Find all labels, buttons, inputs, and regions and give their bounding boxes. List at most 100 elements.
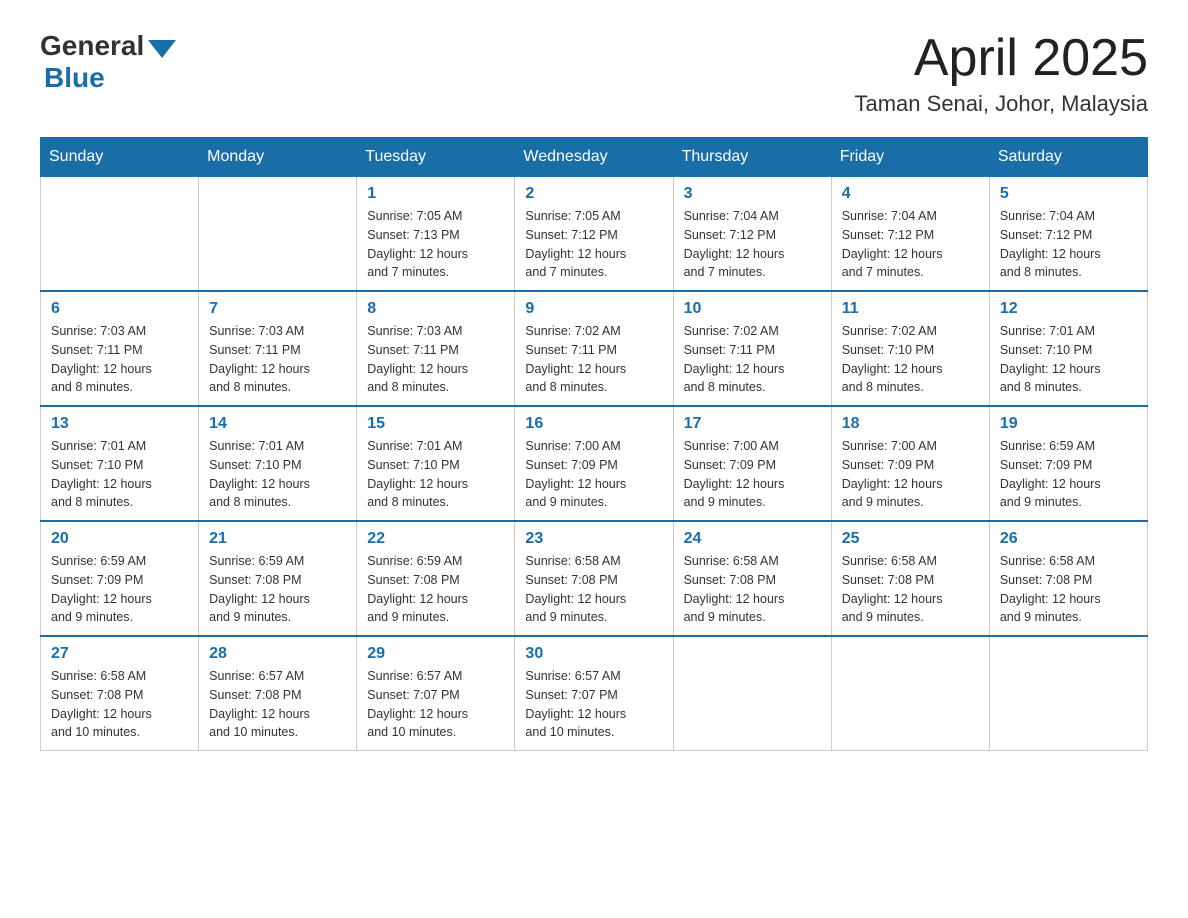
calendar-cell: 25 Sunrise: 6:58 AMSunset: 7:08 PMDayligh… <box>831 521 989 636</box>
day-number: 20 <box>51 530 188 548</box>
day-number: 19 <box>1000 415 1137 433</box>
day-info: Sunrise: 7:03 AMSunset: 7:11 PMDaylight:… <box>51 322 188 397</box>
day-info: Sunrise: 6:58 AMSunset: 7:08 PMDaylight:… <box>525 552 662 627</box>
day-info: Sunrise: 7:05 AMSunset: 7:13 PMDaylight:… <box>367 207 504 282</box>
day-info: Sunrise: 6:59 AMSunset: 7:08 PMDaylight:… <box>209 552 346 627</box>
day-number: 21 <box>209 530 346 548</box>
day-number: 24 <box>684 530 821 548</box>
day-info: Sunrise: 6:57 AMSunset: 7:07 PMDaylight:… <box>525 667 662 742</box>
day-number: 14 <box>209 415 346 433</box>
day-number: 2 <box>525 185 662 203</box>
day-number: 1 <box>367 185 504 203</box>
day-info: Sunrise: 6:59 AMSunset: 7:09 PMDaylight:… <box>51 552 188 627</box>
day-info: Sunrise: 6:58 AMSunset: 7:08 PMDaylight:… <box>842 552 979 627</box>
calendar-cell <box>989 636 1147 751</box>
calendar-cell: 27 Sunrise: 6:58 AMSunset: 7:08 PMDayligh… <box>41 636 199 751</box>
day-number: 4 <box>842 185 979 203</box>
day-of-week-header: Tuesday <box>357 138 515 177</box>
calendar-week-row: 27 Sunrise: 6:58 AMSunset: 7:08 PMDayligh… <box>41 636 1148 751</box>
calendar-week-row: 1 Sunrise: 7:05 AMSunset: 7:13 PMDaylight… <box>41 177 1148 292</box>
calendar-cell: 29 Sunrise: 6:57 AMSunset: 7:07 PMDayligh… <box>357 636 515 751</box>
day-number: 28 <box>209 645 346 663</box>
day-number: 5 <box>1000 185 1137 203</box>
calendar-cell: 17Sunrise: 7:00 AMSunset: 7:09 PMDayligh… <box>673 406 831 521</box>
logo: General Blue <box>40 30 176 94</box>
day-number: 3 <box>684 185 821 203</box>
day-number: 23 <box>525 530 662 548</box>
day-info: Sunrise: 7:00 AMSunset: 7:09 PMDaylight:… <box>684 437 821 512</box>
day-of-week-header: Monday <box>199 138 357 177</box>
day-info: Sunrise: 7:03 AMSunset: 7:11 PMDaylight:… <box>209 322 346 397</box>
day-of-week-header: Wednesday <box>515 138 673 177</box>
calendar-cell: 7Sunrise: 7:03 AMSunset: 7:11 PMDaylight… <box>199 291 357 406</box>
day-info: Sunrise: 7:04 AMSunset: 7:12 PMDaylight:… <box>842 207 979 282</box>
day-info: Sunrise: 7:01 AMSunset: 7:10 PMDaylight:… <box>1000 322 1137 397</box>
calendar-cell: 6 Sunrise: 7:03 AMSunset: 7:11 PMDaylight… <box>41 291 199 406</box>
calendar-cell: 2Sunrise: 7:05 AMSunset: 7:12 PMDaylight… <box>515 177 673 292</box>
day-info: Sunrise: 6:59 AMSunset: 7:09 PMDaylight:… <box>1000 437 1137 512</box>
calendar-cell: 10 Sunrise: 7:02 AMSunset: 7:11 PMDayligh… <box>673 291 831 406</box>
day-number: 30 <box>525 645 662 663</box>
calendar-cell <box>41 177 199 292</box>
day-number: 13 <box>51 415 188 433</box>
calendar-cell: 28 Sunrise: 6:57 AMSunset: 7:08 PMDayligh… <box>199 636 357 751</box>
day-number: 10 <box>684 300 821 318</box>
calendar-cell: 14 Sunrise: 7:01 AMSunset: 7:10 PMDayligh… <box>199 406 357 521</box>
day-info: Sunrise: 7:02 AMSunset: 7:11 PMDaylight:… <box>525 322 662 397</box>
day-info: Sunrise: 6:58 AMSunset: 7:08 PMDaylight:… <box>51 667 188 742</box>
day-info: Sunrise: 7:00 AMSunset: 7:09 PMDaylight:… <box>842 437 979 512</box>
location-text: Taman Senai, Johor, Malaysia <box>855 91 1149 117</box>
calendar-cell: 13 Sunrise: 7:01 AMSunset: 7:10 PMDayligh… <box>41 406 199 521</box>
day-info: Sunrise: 7:02 AMSunset: 7:11 PMDaylight:… <box>684 322 821 397</box>
calendar-cell: 9 Sunrise: 7:02 AMSunset: 7:11 PMDaylight… <box>515 291 673 406</box>
calendar-cell: 11 Sunrise: 7:02 AMSunset: 7:10 PMDayligh… <box>831 291 989 406</box>
calendar-cell: 18 Sunrise: 7:00 AMSunset: 7:09 PMDayligh… <box>831 406 989 521</box>
day-number: 9 <box>525 300 662 318</box>
logo-blue-text: Blue <box>44 62 105 94</box>
day-of-week-header: Saturday <box>989 138 1147 177</box>
day-info: Sunrise: 7:04 AMSunset: 7:12 PMDaylight:… <box>1000 207 1137 282</box>
day-of-week-header: Thursday <box>673 138 831 177</box>
day-number: 8 <box>367 300 504 318</box>
day-number: 18 <box>842 415 979 433</box>
title-section: April 2025 Taman Senai, Johor, Malaysia <box>855 30 1149 117</box>
calendar-cell: 4 Sunrise: 7:04 AMSunset: 7:12 PMDaylight… <box>831 177 989 292</box>
day-number: 22 <box>367 530 504 548</box>
calendar-cell: 22 Sunrise: 6:59 AMSunset: 7:08 PMDayligh… <box>357 521 515 636</box>
day-info: Sunrise: 7:01 AMSunset: 7:10 PMDaylight:… <box>209 437 346 512</box>
calendar-cell: 1 Sunrise: 7:05 AMSunset: 7:13 PMDaylight… <box>357 177 515 292</box>
day-info: Sunrise: 6:58 AMSunset: 7:08 PMDaylight:… <box>1000 552 1137 627</box>
day-info: Sunrise: 6:59 AMSunset: 7:08 PMDaylight:… <box>367 552 504 627</box>
calendar-cell: 21 Sunrise: 6:59 AMSunset: 7:08 PMDayligh… <box>199 521 357 636</box>
calendar-cell <box>199 177 357 292</box>
calendar-cell: 3Sunrise: 7:04 AMSunset: 7:12 PMDaylight… <box>673 177 831 292</box>
day-info: Sunrise: 7:03 AMSunset: 7:11 PMDaylight:… <box>367 322 504 397</box>
day-info: Sunrise: 7:01 AMSunset: 7:10 PMDaylight:… <box>51 437 188 512</box>
calendar-header-row: SundayMondayTuesdayWednesdayThursdayFrid… <box>41 138 1148 177</box>
day-info: Sunrise: 7:00 AMSunset: 7:09 PMDaylight:… <box>525 437 662 512</box>
day-of-week-header: Sunday <box>41 138 199 177</box>
day-info: Sunrise: 7:02 AMSunset: 7:10 PMDaylight:… <box>842 322 979 397</box>
day-number: 6 <box>51 300 188 318</box>
day-number: 16 <box>525 415 662 433</box>
day-number: 25 <box>842 530 979 548</box>
day-number: 11 <box>842 300 979 318</box>
calendar-cell: 15Sunrise: 7:01 AMSunset: 7:10 PMDayligh… <box>357 406 515 521</box>
logo-arrow-icon <box>148 40 176 58</box>
calendar-cell: 23 Sunrise: 6:58 AMSunset: 7:08 PMDayligh… <box>515 521 673 636</box>
calendar-cell: 12Sunrise: 7:01 AMSunset: 7:10 PMDayligh… <box>989 291 1147 406</box>
day-number: 29 <box>367 645 504 663</box>
day-info: Sunrise: 6:57 AMSunset: 7:07 PMDaylight:… <box>367 667 504 742</box>
calendar-cell: 19 Sunrise: 6:59 AMSunset: 7:09 PMDayligh… <box>989 406 1147 521</box>
month-title: April 2025 <box>855 30 1149 87</box>
day-number: 26 <box>1000 530 1137 548</box>
day-number: 27 <box>51 645 188 663</box>
day-info: Sunrise: 6:57 AMSunset: 7:08 PMDaylight:… <box>209 667 346 742</box>
calendar-cell: 16 Sunrise: 7:00 AMSunset: 7:09 PMDayligh… <box>515 406 673 521</box>
calendar-week-row: 13 Sunrise: 7:01 AMSunset: 7:10 PMDayligh… <box>41 406 1148 521</box>
calendar-cell: 26 Sunrise: 6:58 AMSunset: 7:08 PMDayligh… <box>989 521 1147 636</box>
day-info: Sunrise: 6:58 AMSunset: 7:08 PMDaylight:… <box>684 552 821 627</box>
calendar-week-row: 20 Sunrise: 6:59 AMSunset: 7:09 PMDayligh… <box>41 521 1148 636</box>
day-of-week-header: Friday <box>831 138 989 177</box>
calendar-week-row: 6 Sunrise: 7:03 AMSunset: 7:11 PMDaylight… <box>41 291 1148 406</box>
